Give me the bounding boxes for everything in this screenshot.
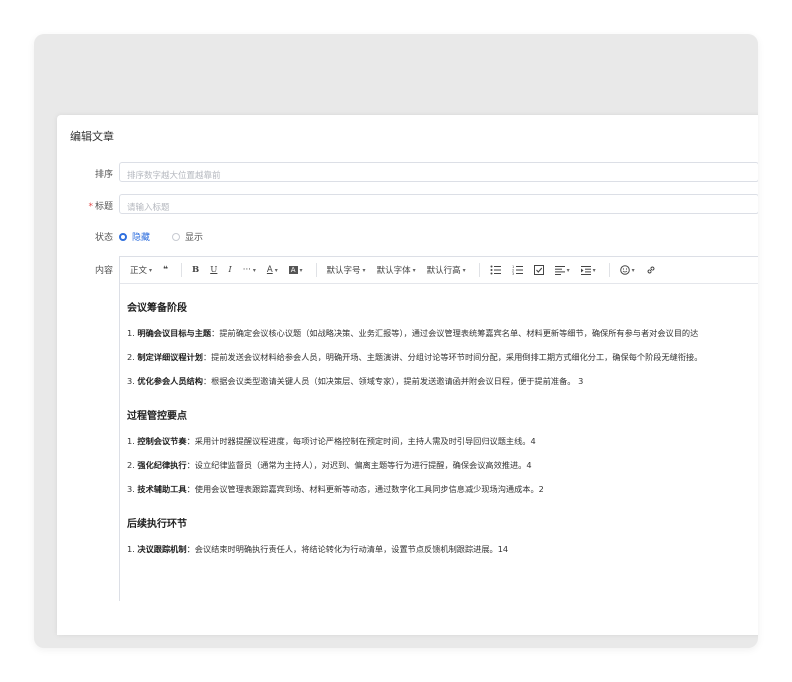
more-styles-button[interactable]: ··· ▾ — [239, 261, 260, 279]
svg-text:3: 3 — [512, 272, 514, 275]
radio-checked-icon — [119, 232, 127, 241]
section-heading: 过程管控要点 — [127, 411, 187, 422]
required-mark: * — [88, 202, 93, 212]
section-heading: 会议筹备阶段 — [127, 303, 187, 314]
list-item: 1. 明确会议目标与主题：提前确定会议核心议题（如战略决策、业务汇报等），通过会… — [127, 328, 699, 338]
font-family-select[interactable]: 默认字体 ▾ — [373, 261, 420, 279]
font-size-select[interactable]: 默认字号 ▾ — [323, 261, 370, 279]
title-input[interactable] — [120, 199, 758, 217]
background-color-button[interactable]: A ▾ — [285, 261, 307, 279]
sort-label: 排序 — [94, 170, 113, 180]
emoji-icon[interactable]: ▾ — [616, 261, 639, 279]
link-icon[interactable] — [642, 261, 660, 279]
blockquote-icon[interactable]: ❝ — [159, 261, 172, 279]
status-label: 状态 — [94, 233, 113, 243]
content-label: 内容 — [94, 266, 113, 276]
divider — [608, 263, 610, 277]
editor-content[interactable]: 会议筹备阶段 1. 明确会议目标与主题：提前确定会议核心议题（如战略决策、业务汇… — [120, 284, 758, 575]
editor-toolbar: 正文 ▾ ❝ B U I ··· ▾ A ▾ A ▾ 默认字号 ▾ 默认字体 ▾ 默认行高 ▾… — [120, 257, 758, 284]
bold-button[interactable]: B — [188, 261, 203, 279]
list-item: 1. 决议跟踪机制：会议结束时明确执行责任人，将结论转化为行动清单，设置节点反馈… — [127, 544, 509, 554]
radio-unchecked-icon — [172, 232, 181, 241]
list-item: 3. 技术辅助工具：使用会议管理表跟踪嘉宾到场、材料更新等动态，通过数字化工具同… — [127, 484, 544, 494]
indent-icon[interactable]: ▾ — [577, 261, 600, 279]
align-icon[interactable]: ▾ — [551, 261, 574, 279]
status-radio-visible[interactable]: 显示 — [172, 230, 203, 243]
radio-label: 显示 — [185, 233, 204, 243]
line-height-select[interactable]: 默认行高 ▾ — [423, 261, 470, 279]
title-field[interactable] — [119, 194, 758, 217]
status-radio-group: 隐藏 显示 — [119, 230, 203, 243]
list-item: 2. 强化纪律执行：设立纪律监督员（通常为主持人），对迟到、偏离主题等行为进行提… — [127, 460, 532, 470]
panel-title: 编辑文章 — [70, 130, 114, 143]
edit-article-panel: 编辑文章 排序 *标题 状态 隐藏 显示 内容 正文▾ — [57, 115, 758, 635]
rich-text-editor[interactable]: 正文 ▾ ❝ B U I ··· ▾ A ▾ A ▾ 默认字号 ▾ 默认字体 ▾ 默认行高 ▾… — [119, 256, 758, 601]
divider — [181, 263, 183, 277]
todo-checkbox-icon[interactable] — [530, 261, 548, 279]
radio-label: 隐藏 — [132, 233, 151, 243]
numbered-list-icon[interactable]: 123 — [508, 261, 527, 279]
divider — [315, 263, 317, 277]
list-item: 2. 制定详细议程计划：提前发送会议材料给参会人员，明确开场、主题演讲、分组讨论… — [127, 352, 703, 362]
screenshot-frame: 编辑文章 排序 *标题 状态 隐藏 显示 内容 正文▾ — [34, 34, 758, 648]
status-radio-hidden[interactable]: 隐藏 — [119, 230, 150, 243]
list-item: 3. 优化参会人员结构：根据会议类型邀请关键人员（如决策层、领域专家），提前发送… — [127, 376, 584, 386]
font-color-button[interactable]: A ▾ — [263, 261, 282, 279]
title-label: * 标题 — [88, 202, 113, 212]
divider — [478, 263, 480, 277]
bulleted-list-icon[interactable] — [486, 261, 505, 279]
paragraph-select[interactable]: 正文 ▾ — [126, 261, 156, 279]
underline-button[interactable]: U — [206, 261, 221, 279]
sort-field[interactable] — [119, 162, 758, 185]
italic-button[interactable]: I — [224, 261, 235, 279]
sort-input[interactable] — [120, 167, 758, 185]
list-item: 1. 控制会议节奏：采用计时器提醒议程进度，每项讨论严格控制在预定时间，主持人需… — [127, 436, 536, 446]
section-heading: 后续执行环节 — [127, 519, 187, 530]
